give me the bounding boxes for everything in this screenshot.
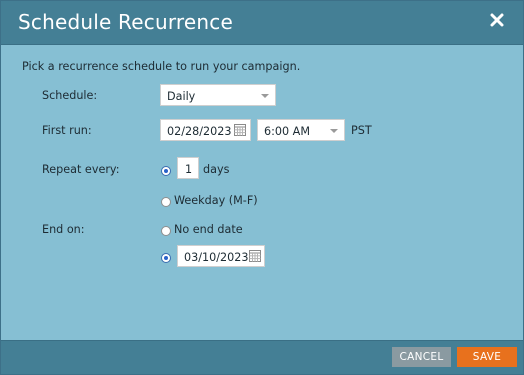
first-run-time-value: 6:00 AM (264, 125, 310, 138)
repeat-every-label: Repeat every: (42, 163, 120, 176)
weekday-option-label[interactable]: Weekday (M-F) (174, 194, 258, 207)
dialog-titlebar: Schedule Recurrence (1, 1, 523, 45)
first-run-time-select[interactable]: 6:00 AM (257, 119, 345, 141)
end-date-input[interactable]: 03/10/2023 (177, 245, 265, 267)
end-date-value: 03/10/2023 (184, 251, 249, 264)
no-end-date-radio[interactable] (161, 226, 171, 236)
repeat-days-radio[interactable] (161, 166, 171, 176)
first-run-label: First run: (42, 124, 92, 137)
repeat-interval-value: 1 (185, 163, 193, 176)
timezone-label: PST (351, 124, 372, 137)
dialog-title: Schedule Recurrence (18, 10, 233, 34)
first-run-date-value: 02/28/2023 (167, 125, 232, 138)
close-icon[interactable] (488, 10, 506, 30)
cancel-button[interactable]: CANCEL (392, 347, 451, 367)
chevron-down-icon (261, 94, 269, 98)
dialog-footer: CANCEL SAVE (1, 340, 523, 374)
chevron-down-icon (330, 129, 338, 133)
schedule-select-value: Daily (167, 90, 196, 103)
calendar-icon[interactable] (234, 124, 246, 139)
intro-text: Pick a recurrence schedule to run your c… (22, 60, 301, 73)
weekday-radio[interactable] (161, 197, 171, 207)
no-end-date-label[interactable]: No end date (174, 223, 243, 236)
calendar-icon[interactable] (249, 250, 261, 265)
first-run-date-input[interactable]: 02/28/2023 (160, 119, 251, 141)
repeat-unit-label: days (203, 163, 230, 176)
schedule-recurrence-dialog: Schedule Recurrence Pick a recurrence sc… (0, 0, 524, 375)
schedule-label: Schedule: (42, 89, 98, 102)
end-on-label: End on: (42, 223, 85, 236)
end-date-radio[interactable] (161, 253, 171, 263)
schedule-select[interactable]: Daily (160, 84, 276, 106)
save-button[interactable]: SAVE (457, 347, 517, 367)
repeat-interval-input[interactable]: 1 (177, 157, 199, 179)
